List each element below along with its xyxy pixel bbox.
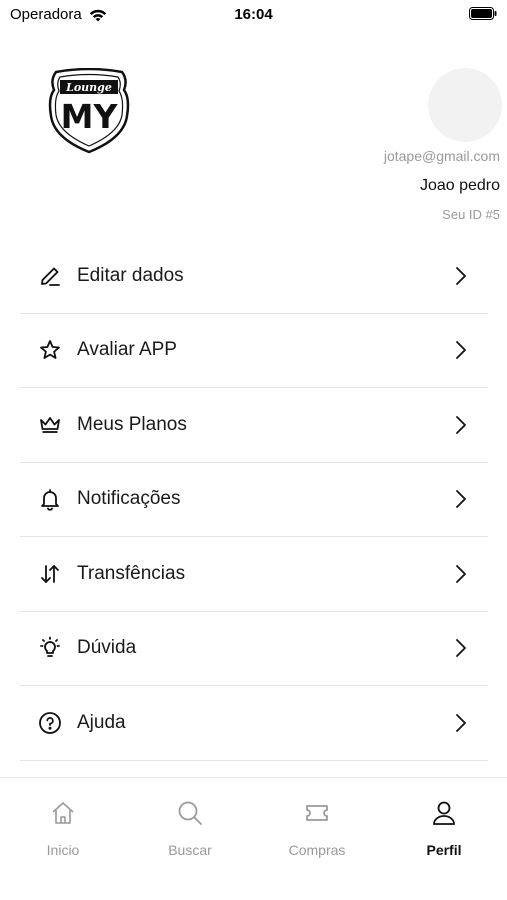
chevron-right-icon xyxy=(456,341,466,360)
menu-item-label: Meus Planos xyxy=(77,413,187,435)
user-icon xyxy=(433,801,455,825)
tab-inicio[interactable]: Inicio xyxy=(0,778,126,868)
chevron-right-icon xyxy=(456,415,466,434)
menu-item-label: Dúvida xyxy=(77,637,137,659)
menu-item-meus-planos[interactable]: Meus Planos xyxy=(20,388,488,463)
logo-lounge-text: Lounge xyxy=(65,81,112,94)
tab-label: Compras xyxy=(288,842,346,858)
logo-my-text: MY xyxy=(61,97,119,136)
ticket-icon xyxy=(306,805,328,821)
avatar[interactable] xyxy=(428,68,502,142)
profile-menu: Editar dados Avaliar APP Meus Planos Not… xyxy=(20,239,488,761)
battery-icon xyxy=(469,7,497,20)
transfer-arrows-icon xyxy=(41,564,59,583)
pencil-icon xyxy=(41,267,60,286)
my-lounge-logo: Lounge MY xyxy=(48,68,130,154)
menu-item-label: Notificações xyxy=(77,488,181,510)
lightbulb-icon xyxy=(40,636,60,658)
chevron-right-icon xyxy=(456,639,466,658)
menu-item-notificacoes[interactable]: Notificações xyxy=(20,463,488,537)
menu-item-label: Transfências xyxy=(77,562,186,584)
menu-item-duvida[interactable]: Dúvida xyxy=(20,612,488,686)
status-time: 16:04 xyxy=(234,6,273,23)
menu-item-ajuda[interactable]: Ajuda xyxy=(20,686,488,761)
tab-label: Perfil xyxy=(426,842,462,858)
star-icon xyxy=(40,340,60,360)
user-id: Seu ID #5 xyxy=(442,207,500,222)
user-email: jotape@gmail.com xyxy=(383,148,500,164)
chevron-right-icon xyxy=(456,564,466,583)
search-icon xyxy=(178,801,202,825)
menu-item-transferencias[interactable]: Transfências xyxy=(20,537,488,612)
menu-item-avaliar-app[interactable]: Avaliar APP xyxy=(20,314,488,388)
menu-item-label: Ajuda xyxy=(77,711,126,733)
tab-label: Buscar xyxy=(168,842,212,858)
status-bar: Operadora 16:04 xyxy=(0,0,507,30)
chevron-right-icon xyxy=(456,490,466,509)
crown-icon xyxy=(40,416,60,433)
chevron-right-icon xyxy=(456,266,466,285)
question-circle-icon xyxy=(39,711,61,734)
chevron-right-icon xyxy=(456,713,466,732)
tab-buscar[interactable]: Buscar xyxy=(127,778,253,868)
menu-item-editar-dados[interactable]: Editar dados xyxy=(20,239,488,314)
bottom-tab-bar: Inicio Buscar Compras Perfil xyxy=(0,777,507,900)
bell-icon xyxy=(41,489,59,511)
menu-item-label: Editar dados xyxy=(77,264,184,286)
home-icon xyxy=(52,802,74,824)
user-name: Joao pedro xyxy=(419,177,500,194)
tab-perfil[interactable]: Perfil xyxy=(381,778,507,868)
tab-compras[interactable]: Compras xyxy=(254,778,380,868)
menu-item-label: Avaliar APP xyxy=(77,339,177,361)
tab-label: Inicio xyxy=(46,842,80,858)
